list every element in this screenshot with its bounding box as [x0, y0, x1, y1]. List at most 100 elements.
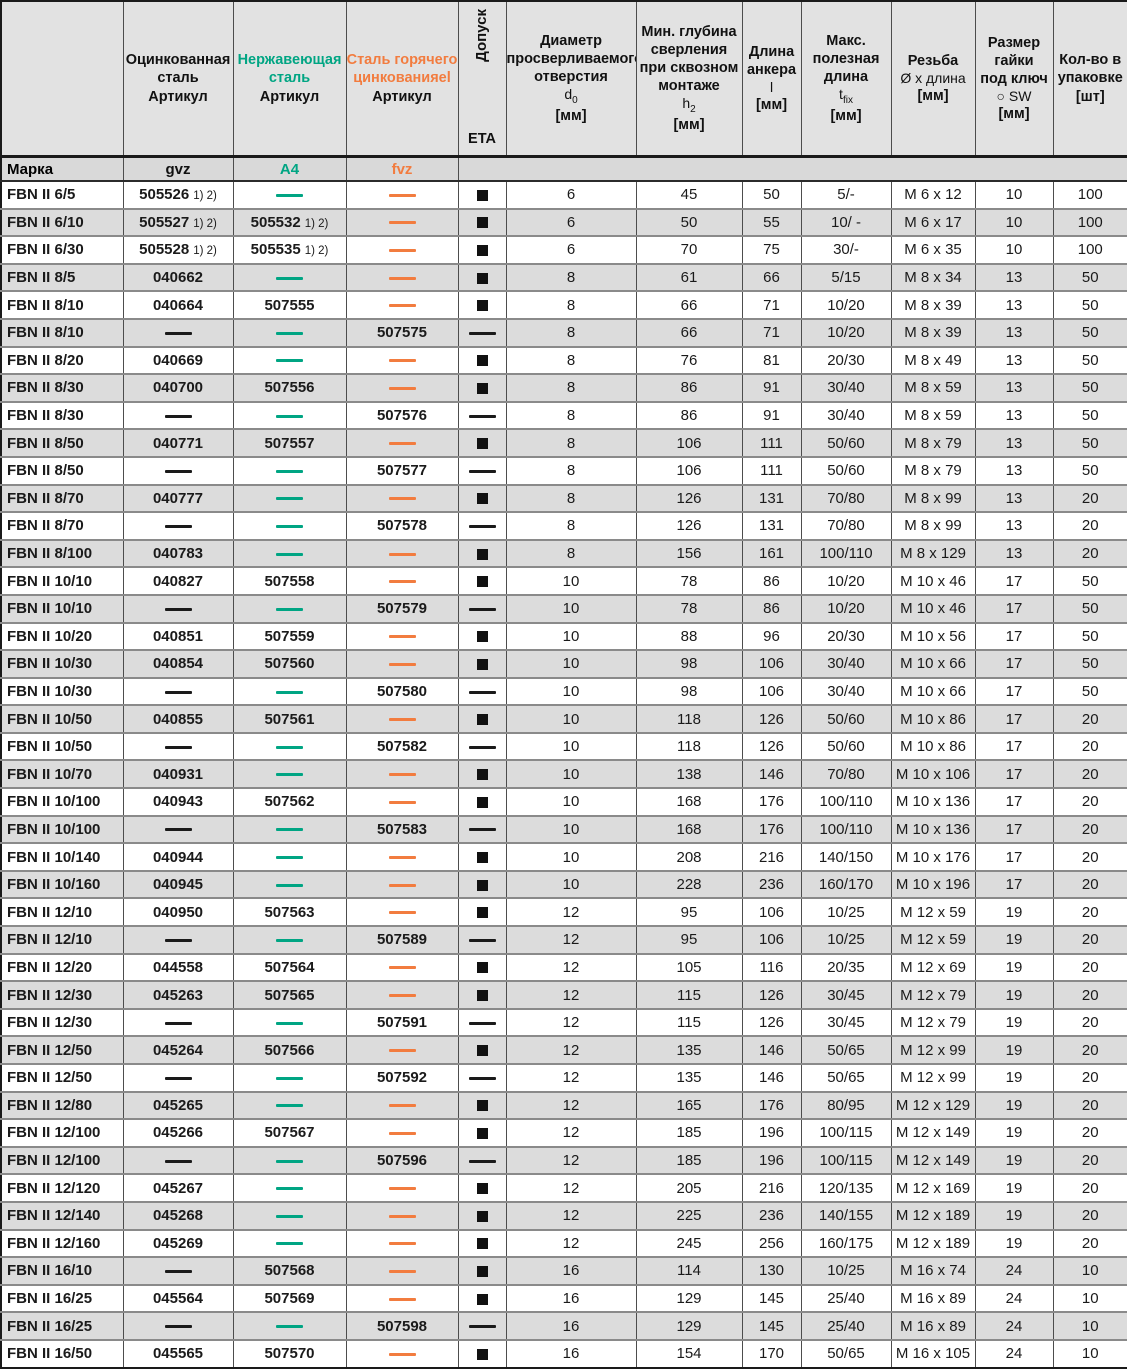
dash-icon — [389, 221, 416, 224]
gvz-article-cell: 5055281) 2) — [123, 236, 233, 264]
d0-cell: 10 — [506, 788, 636, 816]
eta-square-icon — [477, 493, 488, 504]
h2-cell: 76 — [636, 347, 742, 375]
tfix-cell: 20/30 — [801, 347, 891, 375]
fvz-article-cell — [346, 291, 458, 319]
gvz-article-cell: 044558 — [123, 954, 233, 982]
row-name-cell: FBN II 8/70 — [1, 485, 123, 513]
dash-icon — [276, 1242, 303, 1245]
fvz-article-cell — [346, 1257, 458, 1285]
fvz-article-cell: 507575 — [346, 319, 458, 347]
length-cell: 111 — [742, 457, 801, 485]
fvz-article-cell — [346, 1285, 458, 1313]
gvz-article-cell: 045268 — [123, 1202, 233, 1230]
row-name-cell: FBN II 16/10 — [1, 1257, 123, 1285]
table-row: FBN II 8/1000407838156161100/110M 8 x 12… — [1, 540, 1127, 568]
h2-cell: 105 — [636, 954, 742, 982]
eta-approval-cell — [458, 816, 506, 844]
fvz-article-cell — [346, 209, 458, 237]
a4-article-cell — [233, 1202, 346, 1230]
length-cell: 50 — [742, 181, 801, 209]
sw-cell: 13 — [975, 402, 1053, 430]
d0-cell: 8 — [506, 540, 636, 568]
d0-cell: 8 — [506, 402, 636, 430]
dash-icon — [389, 442, 416, 445]
eta-square-icon — [477, 190, 488, 201]
h2-cell: 185 — [636, 1147, 742, 1175]
gvz-article-cell: 040944 — [123, 843, 233, 871]
pack-cell: 20 — [1053, 843, 1127, 871]
table-row: FBN II 6/305055281) 2)5055351) 2)6707530… — [1, 236, 1127, 264]
tfix-cell: 50/65 — [801, 1340, 891, 1368]
eta-square-icon — [477, 383, 488, 394]
d0-cell: 12 — [506, 1202, 636, 1230]
a4-article-cell — [233, 871, 346, 899]
pack-cell: 20 — [1053, 1036, 1127, 1064]
h2-cell: 135 — [636, 1036, 742, 1064]
dash-icon — [389, 1353, 416, 1356]
eta-approval-cell — [458, 567, 506, 595]
d0-cell: 12 — [506, 1230, 636, 1258]
thread-cell: M 12 x 99 — [891, 1064, 975, 1092]
pack-cell: 20 — [1053, 1092, 1127, 1120]
header-a4-cell: НержавеющаястальАртикул — [233, 1, 346, 157]
row-name-cell: FBN II 12/10 — [1, 926, 123, 954]
tfix-cell: 100/110 — [801, 540, 891, 568]
d0-cell: 12 — [506, 1119, 636, 1147]
table-row: FBN II 12/300452635075651211512630/45M 1… — [1, 981, 1127, 1009]
header-approval-cell: ДопускETA — [458, 1, 506, 157]
tfix-cell: 5/15 — [801, 264, 891, 292]
eta-approval-cell — [458, 1202, 506, 1230]
dash-icon — [276, 194, 303, 197]
dash-icon — [389, 663, 416, 666]
table-row: FBN II 12/305075911211512630/45M 12 x 79… — [1, 1009, 1127, 1037]
pack-cell: 20 — [1053, 760, 1127, 788]
row-name-cell: FBN II 12/100 — [1, 1119, 123, 1147]
row-name-cell: FBN II 12/50 — [1, 1036, 123, 1064]
d0-cell: 8 — [506, 457, 636, 485]
eta-approval-cell — [458, 981, 506, 1009]
gvz-article-cell: 045564 — [123, 1285, 233, 1313]
sw-cell: 10 — [975, 236, 1053, 264]
thread-cell: M 12 x 189 — [891, 1230, 975, 1258]
footnote-marker: 1) 2) — [193, 218, 217, 230]
row-name-cell: FBN II 10/160 — [1, 871, 123, 899]
thread-cell: M 12 x 99 — [891, 1036, 975, 1064]
table-row: FBN II 10/700409311013814670/80M 10 x 10… — [1, 760, 1127, 788]
fvz-article-cell — [346, 347, 458, 375]
header-unit: [мм] — [637, 116, 742, 134]
sw-cell: 19 — [975, 1064, 1053, 1092]
eta-square-icon — [477, 1238, 488, 1249]
length-cell: 106 — [742, 678, 801, 706]
fvz-article-cell — [346, 181, 458, 209]
a4-article-cell: 507555 — [233, 291, 346, 319]
tfix-cell: 10/25 — [801, 926, 891, 954]
row-name-cell: FBN II 16/25 — [1, 1312, 123, 1340]
sw-cell: 13 — [975, 264, 1053, 292]
sw-cell: 17 — [975, 871, 1053, 899]
sw-cell: 13 — [975, 374, 1053, 402]
article-label: Артикул — [347, 88, 458, 106]
table-row: FBN II 16/255075981612914525/40M 16 x 89… — [1, 1312, 1127, 1340]
eta-approval-cell — [458, 1312, 506, 1340]
row-name-cell: FBN II 10/50 — [1, 733, 123, 761]
header-unit: [мм] — [802, 107, 891, 125]
length-cell: 126 — [742, 733, 801, 761]
sw-cell: 19 — [975, 926, 1053, 954]
gvz-article-cell — [123, 402, 233, 430]
h2-cell: 138 — [636, 760, 742, 788]
gvz-article-cell: 045269 — [123, 1230, 233, 1258]
table-row: FBN II 6/55055261) 2)645505/-M 6 x 12101… — [1, 181, 1127, 209]
dash-icon — [276, 359, 303, 362]
length-cell: 81 — [742, 347, 801, 375]
length-cell: 145 — [742, 1312, 801, 1340]
footnote-marker: 1) 2) — [305, 245, 329, 257]
gvz-article-cell: 040783 — [123, 540, 233, 568]
eta-approval-cell — [458, 733, 506, 761]
eta-approval-cell — [458, 1285, 506, 1313]
gvz-article-cell — [123, 1257, 233, 1285]
dash-icon — [276, 1325, 303, 1328]
row-name-cell: FBN II 10/10 — [1, 567, 123, 595]
tfix-cell: 30/40 — [801, 650, 891, 678]
length-cell: 111 — [742, 429, 801, 457]
